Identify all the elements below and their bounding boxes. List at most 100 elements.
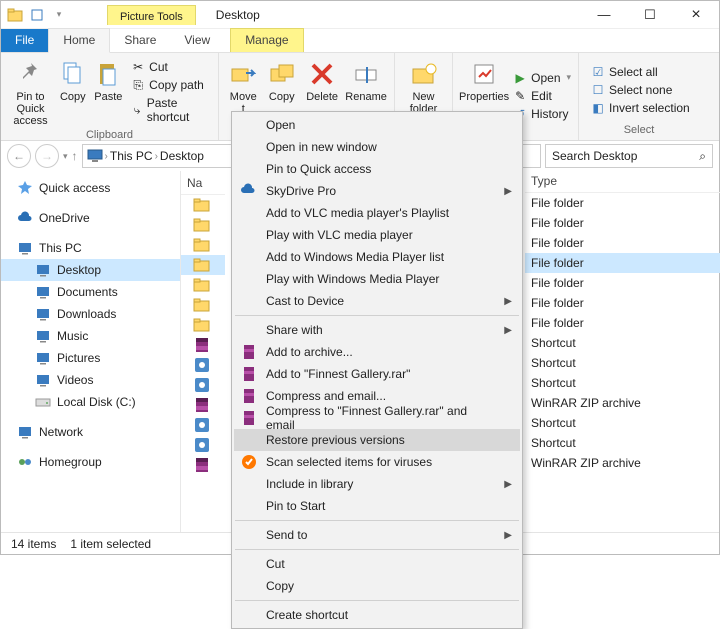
file-detail-row[interactable]: WinRAR ZIP archive1,175 KB [525, 393, 720, 413]
menu-create-shortcut[interactable]: Create shortcut [234, 604, 520, 626]
recent-dropdown[interactable]: ▾ [63, 151, 68, 162]
tree-item-homegroup[interactable]: Homegroup [1, 451, 180, 473]
paste-button[interactable]: Paste [92, 57, 126, 127]
menu-open[interactable]: Open [234, 114, 520, 136]
file-detail-row[interactable]: File folder [525, 233, 720, 253]
file-row[interactable] [181, 255, 225, 275]
file-detail-row[interactable]: WinRAR ZIP archive645 KB [525, 453, 720, 473]
tree-item-downloads[interactable]: Downloads [1, 303, 180, 325]
menu-play-with-vlc-media-player[interactable]: Play with VLC media player [234, 224, 520, 246]
file-row[interactable] [181, 355, 225, 375]
edit-icon: ✎ [513, 89, 527, 103]
down-icon [35, 306, 51, 322]
menu-cast-to-device[interactable]: Cast to Device▶ [234, 290, 520, 312]
file-row[interactable] [181, 235, 225, 255]
menu-pin-to-start[interactable]: Pin to Start [234, 495, 520, 517]
qat-dropdown-icon[interactable]: ▾ [51, 7, 67, 23]
file-row[interactable] [181, 275, 225, 295]
menu-add-to-finnest-gallery-rar[interactable]: Add to "Finnest Gallery.rar" [234, 363, 520, 385]
maximize-button[interactable]: ☐ [627, 1, 673, 29]
invert-selection-button[interactable]: ◧Invert selection [589, 100, 692, 116]
file-row[interactable] [181, 455, 225, 475]
back-button[interactable]: ← [7, 144, 31, 168]
select-all-button[interactable]: ☑Select all [589, 64, 692, 80]
forward-button[interactable]: → [35, 144, 59, 168]
file-row[interactable] [181, 315, 225, 335]
menu-add-to-vlc-media-player-s-playlist[interactable]: Add to VLC media player's Playlist [234, 202, 520, 224]
menu-add-to-archive[interactable]: Add to archive... [234, 341, 520, 363]
tree-item-quick-access[interactable]: Quick access [1, 177, 180, 199]
tree-item-documents[interactable]: Documents [1, 281, 180, 303]
tree-item-pictures[interactable]: Pictures [1, 347, 180, 369]
file-row[interactable] [181, 335, 225, 355]
menu-cut[interactable]: Cut [234, 553, 520, 575]
tab-share[interactable]: Share [110, 29, 170, 52]
column-type[interactable]: Type [525, 171, 720, 192]
menu-play-with-windows-media-player[interactable]: Play with Windows Media Player [234, 268, 520, 290]
file-detail-row[interactable]: File folder [525, 313, 720, 333]
properties-icon[interactable] [29, 7, 45, 23]
menu-compress-to-finnest-gallery-rar-and-email[interactable]: Compress to "Finnest Gallery.rar" and em… [234, 407, 520, 429]
menu-share-with[interactable]: Share with▶ [234, 319, 520, 341]
file-detail-row[interactable]: File folder [525, 293, 720, 313]
file-row[interactable] [181, 395, 225, 415]
menu-skydrive-pro[interactable]: SkyDrive Pro▶ [234, 180, 520, 202]
menu-send-to[interactable]: Send to▶ [234, 524, 520, 546]
menu-restore-previous-versions[interactable]: Restore previous versions [234, 429, 520, 451]
file-row[interactable] [181, 215, 225, 235]
tree-item-this-pc[interactable]: This PC [1, 237, 180, 259]
folder-icon [193, 237, 211, 253]
file-detail-row[interactable]: File folder [525, 213, 720, 233]
search-input[interactable]: Search Desktop ⌕ [545, 144, 713, 168]
file-row[interactable] [181, 195, 225, 215]
menu-add-to-windows-media-player-list[interactable]: Add to Windows Media Player list [234, 246, 520, 268]
select-none-button[interactable]: ☐Select none [589, 82, 692, 98]
app1-icon [193, 357, 211, 373]
file-row[interactable] [181, 295, 225, 315]
copy-button[interactable]: Copy [56, 57, 90, 127]
cut-button[interactable]: ✂Cut [129, 59, 212, 75]
pin-to-quick-access-button[interactable]: Pin to Quick access [7, 57, 54, 127]
open-button[interactable]: ▶Open▾ [511, 70, 573, 86]
file-detail-row[interactable]: File folder [525, 273, 720, 293]
tab-manage[interactable]: Manage [230, 28, 303, 52]
file-detail-row[interactable]: Shortcut2 KB [525, 413, 720, 433]
file-row[interactable] [181, 375, 225, 395]
close-button[interactable]: × [673, 1, 719, 29]
tree-item-videos[interactable]: Videos [1, 369, 180, 391]
tree-item-onedrive[interactable]: OneDrive [1, 207, 180, 229]
tree-item-music[interactable]: Music [1, 325, 180, 347]
tree-item-local-disk-c-[interactable]: Local Disk (C:) [1, 391, 180, 413]
menu-open-in-new-window[interactable]: Open in new window [234, 136, 520, 158]
folder-icon [193, 317, 211, 333]
up-button[interactable]: ↑ [72, 149, 78, 163]
minimize-button[interactable]: — [581, 1, 627, 29]
chevron-right-icon: ▶ [504, 296, 512, 307]
properties-icon [469, 59, 499, 89]
file-detail-row[interactable]: Shortcut2 KB [525, 433, 720, 453]
tree-item-network[interactable]: Network [1, 421, 180, 443]
file-row[interactable] [181, 415, 225, 435]
picture-tools-tab[interactable]: Picture Tools [107, 5, 196, 25]
tab-view[interactable]: View [170, 29, 224, 52]
folder-icon[interactable] [7, 7, 23, 23]
edit-button[interactable]: ✎Edit [511, 88, 573, 104]
folder-icon [193, 257, 211, 273]
file-row[interactable] [181, 435, 225, 455]
tab-home[interactable]: Home [48, 28, 110, 53]
menu-copy[interactable]: Copy [234, 575, 520, 597]
menu-include-in-library[interactable]: Include in library▶ [234, 473, 520, 495]
tree-item-desktop[interactable]: Desktop [1, 259, 180, 281]
copy-path-button[interactable]: ⎘Copy path [129, 77, 212, 93]
menu-pin-to-quick-access[interactable]: Pin to Quick access [234, 158, 520, 180]
tab-file[interactable]: File [1, 29, 48, 52]
paste-shortcut-button[interactable]: ⤷Paste shortcut [129, 95, 212, 125]
menu-scan-selected-items-for-viruses[interactable]: Scan selected items for viruses [234, 451, 520, 473]
file-detail-row[interactable]: File folder [525, 193, 720, 213]
file-detail-row[interactable]: Shortcut2 KB [525, 333, 720, 353]
paste-icon [93, 59, 123, 89]
file-detail-row[interactable]: Shortcut2 KB [525, 373, 720, 393]
file-detail-row[interactable]: File folder [525, 253, 720, 273]
file-detail-row[interactable]: Shortcut2 KB [525, 353, 720, 373]
column-name[interactable]: Na [181, 173, 225, 195]
